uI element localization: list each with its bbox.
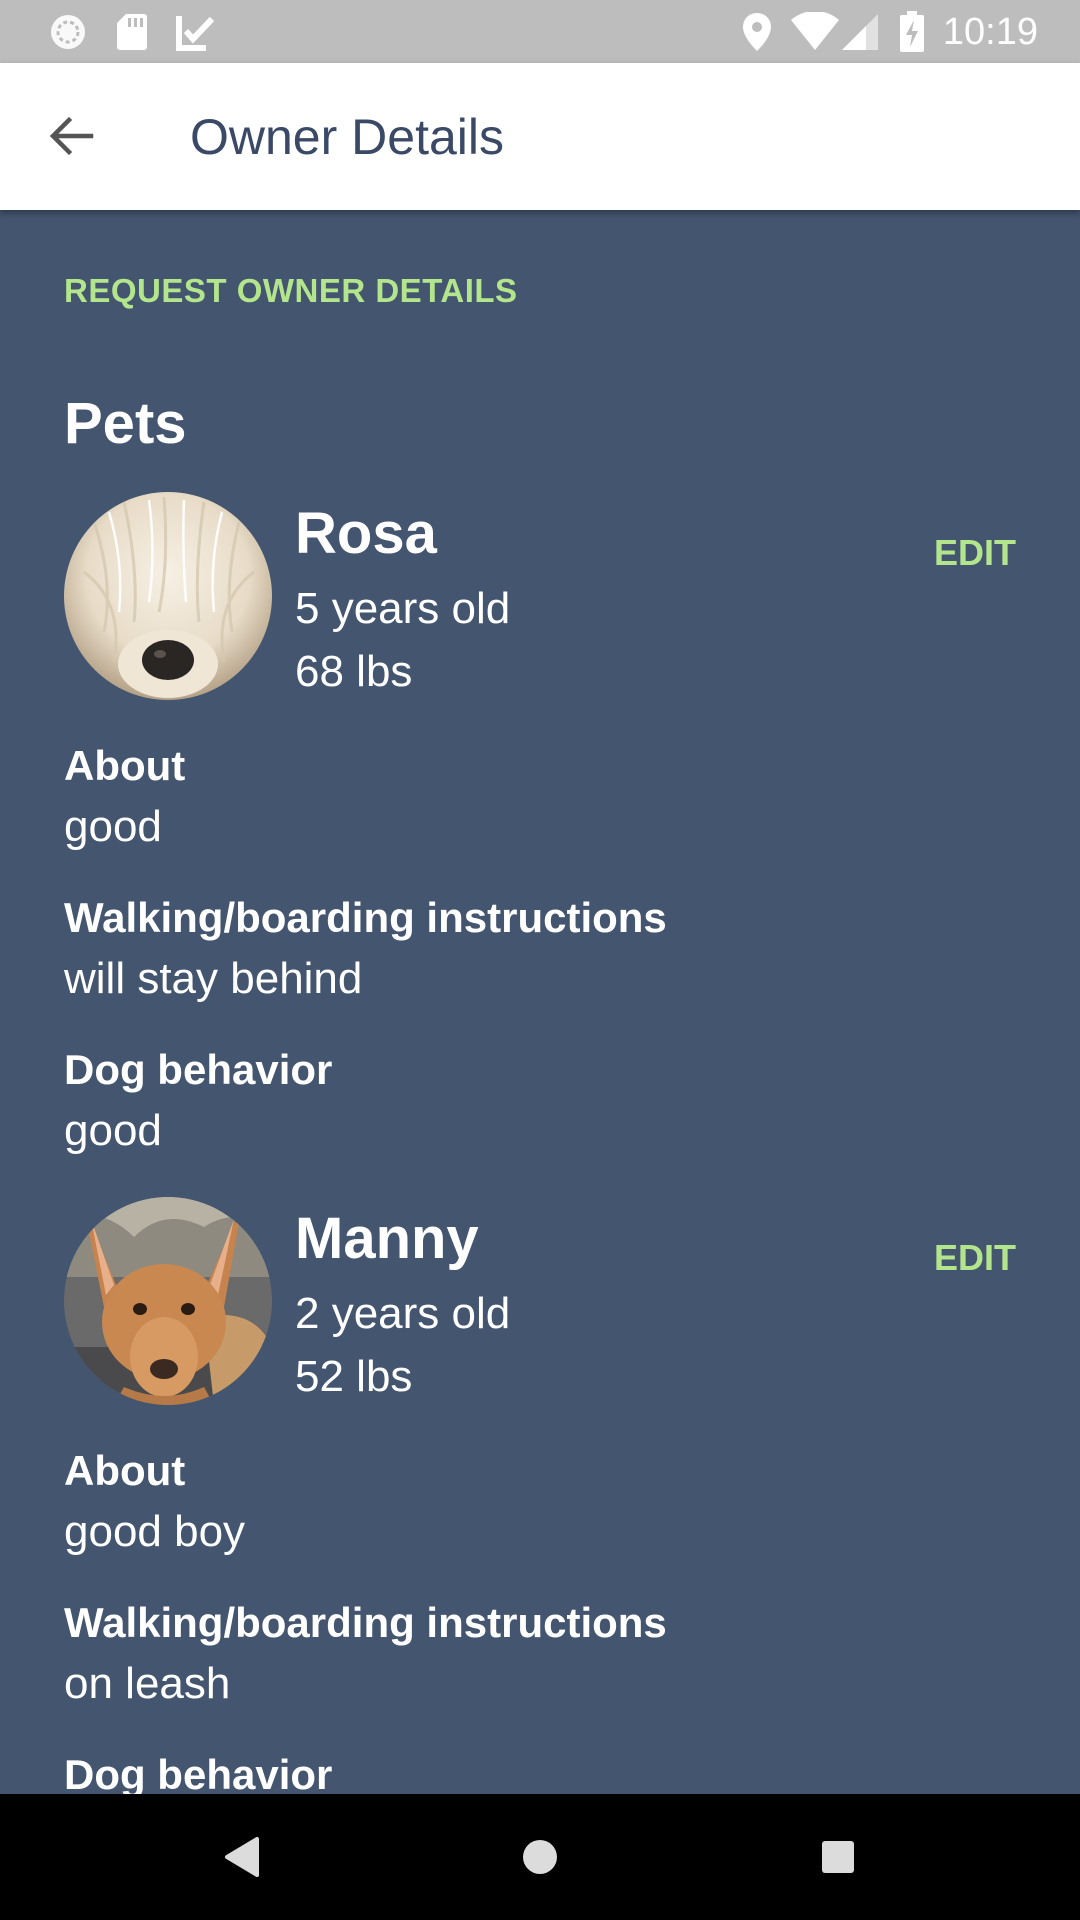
pet-age: 2 years old bbox=[295, 1289, 511, 1338]
battery-charging-icon bbox=[898, 11, 926, 52]
walking-instructions-label: Walking/boarding instructions bbox=[64, 1599, 667, 1646]
recents-square-icon bbox=[820, 1839, 856, 1880]
walking-instructions-value: on leash bbox=[64, 1659, 231, 1708]
pet-weight: 52 lbs bbox=[295, 1352, 413, 1401]
wifi-icon bbox=[790, 12, 840, 52]
status-time: 10:19 bbox=[942, 11, 1038, 53]
pet-age: 5 years old bbox=[295, 584, 511, 633]
nav-back-button[interactable] bbox=[206, 1824, 276, 1894]
location-icon bbox=[740, 12, 774, 52]
owner-details-content[interactable]: REQUEST OWNER DETAILS Pets Rosa 5 years … bbox=[0, 210, 1080, 1794]
request-owner-details-button[interactable]: REQUEST OWNER DETAILS bbox=[64, 272, 518, 310]
edit-pet-button[interactable]: EDIT bbox=[934, 1237, 1016, 1279]
sd-card-icon bbox=[114, 12, 150, 52]
nav-recents-button[interactable] bbox=[803, 1824, 873, 1894]
about-label: About bbox=[64, 742, 186, 789]
arrow-back-icon bbox=[47, 112, 95, 165]
about-value: good boy bbox=[64, 1507, 246, 1556]
pets-section-title: Pets bbox=[64, 391, 187, 456]
dog-behavior-label: Dog behavior bbox=[64, 1751, 333, 1794]
pet-avatar bbox=[64, 1197, 272, 1405]
pet-name: Rosa bbox=[295, 501, 437, 566]
status-bar: 10:19 bbox=[0, 0, 1080, 63]
back-triangle-icon bbox=[221, 1835, 261, 1884]
back-button[interactable] bbox=[36, 103, 106, 173]
about-label: About bbox=[64, 1447, 186, 1494]
dog-behavior-label: Dog behavior bbox=[64, 1046, 333, 1093]
task-check-icon bbox=[176, 12, 216, 52]
walking-instructions-value: will stay behind bbox=[64, 954, 363, 1003]
about-value: good bbox=[64, 802, 162, 851]
app-bar: Owner Details bbox=[0, 63, 1080, 210]
pet-avatar bbox=[64, 492, 272, 700]
pet-weight: 68 lbs bbox=[295, 647, 413, 696]
pet-name: Manny bbox=[295, 1206, 479, 1271]
system-nav-bar bbox=[0, 1794, 1080, 1920]
sync-icon bbox=[48, 12, 88, 52]
walking-instructions-label: Walking/boarding instructions bbox=[64, 894, 667, 941]
home-circle-icon bbox=[520, 1837, 560, 1882]
dog-behavior-value: good bbox=[64, 1106, 162, 1155]
page-title: Owner Details bbox=[190, 109, 504, 165]
nav-home-button[interactable] bbox=[505, 1824, 575, 1894]
screen: 10:19 Owner Details REQUEST OWNER DETAIL… bbox=[0, 0, 1080, 1920]
edit-pet-button[interactable]: EDIT bbox=[934, 532, 1016, 574]
signal-icon bbox=[840, 12, 880, 52]
